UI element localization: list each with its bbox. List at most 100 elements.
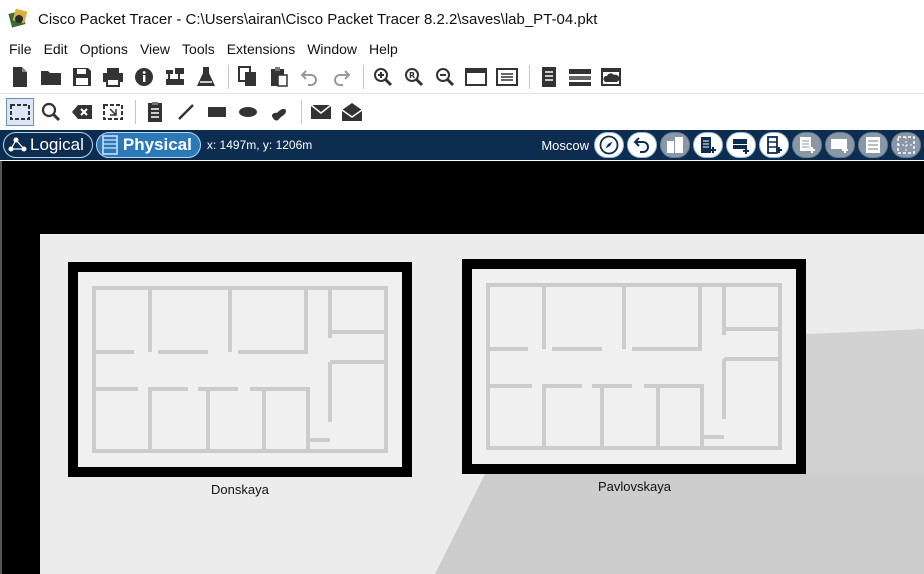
open-envelope-icon: [341, 103, 363, 121]
rack-add-icon: [767, 136, 782, 154]
complex-pdu-button[interactable]: [338, 98, 366, 126]
physical-tab-label: Physical: [122, 135, 192, 154]
place-note-button[interactable]: [141, 98, 169, 126]
selection-rectangle-icon: [10, 104, 30, 120]
print-button[interactable]: [99, 63, 127, 91]
info-button[interactable]: [130, 63, 158, 91]
logical-tab-label: Logical: [30, 135, 84, 154]
resize-tool-button[interactable]: [99, 98, 127, 126]
physical-workspace-tab[interactable]: Physical: [95, 132, 201, 158]
toolbar-separator: [363, 64, 364, 89]
physical-workspace-canvas[interactable]: Donskaya Pavlovskaya: [0, 161, 924, 574]
new-cabinet-button[interactable]: [858, 132, 888, 158]
current-location-label: Moscow: [541, 137, 589, 153]
navigation-button[interactable]: [594, 132, 624, 158]
open-file-button[interactable]: [37, 63, 65, 91]
new-file-button[interactable]: [6, 63, 34, 91]
delete-tool-button[interactable]: [68, 98, 96, 126]
activity-wizard-button[interactable]: [192, 63, 220, 91]
building-pavlovskaya[interactable]: [462, 259, 806, 474]
zoom-in-button[interactable]: [369, 63, 397, 91]
menu-edit[interactable]: Edit: [39, 38, 73, 60]
svg-text:R: R: [409, 71, 415, 80]
undo-button[interactable]: [296, 63, 324, 91]
ellipse-icon: [239, 107, 257, 117]
network-info-button[interactable]: [161, 63, 189, 91]
cursor-coordinates: x: 1497m, y: 1206m: [206, 138, 313, 152]
menu-extensions[interactable]: Extensions: [222, 38, 300, 60]
undo-icon: [300, 69, 317, 86]
toolbar-separator: [301, 100, 302, 124]
main-toolbar: R: [0, 60, 924, 94]
room-add-icon: [831, 139, 848, 153]
menu-help[interactable]: Help: [364, 38, 403, 60]
copy-button[interactable]: [234, 63, 262, 91]
save-button[interactable]: [68, 63, 96, 91]
menu-options[interactable]: Options: [75, 38, 133, 60]
rack-icon: [100, 135, 120, 155]
notes-button[interactable]: [535, 63, 563, 91]
grid-icon: [897, 136, 915, 154]
cloud-window-icon: [601, 67, 621, 86]
new-rack-button[interactable]: [759, 132, 789, 158]
floor-plan-graphic: [486, 283, 782, 450]
closet-add-icon: [733, 139, 749, 154]
draw-freeform-button[interactable]: [265, 98, 293, 126]
simple-pdu-button[interactable]: [307, 98, 335, 126]
server-rack-icon: [569, 68, 591, 86]
title-bar: Cisco Packet Tracer - C:\Users\airan\Cis…: [0, 0, 924, 38]
zoom-out-icon: [436, 67, 455, 86]
paste-button[interactable]: [265, 63, 293, 91]
toolbar-separator: [135, 100, 136, 124]
device-list-button[interactable]: [566, 63, 594, 91]
new-room-button[interactable]: [825, 132, 855, 158]
cabinet-icon: [866, 137, 880, 153]
draw-ellipse-button[interactable]: [234, 98, 262, 126]
city-icon: [667, 137, 683, 153]
draw-rectangle-button[interactable]: [203, 98, 231, 126]
info-icon: [135, 67, 153, 86]
new-closet-button[interactable]: [726, 132, 756, 158]
building-add-icon: [701, 137, 716, 153]
menu-window[interactable]: Window: [302, 38, 362, 60]
redo-button[interactable]: [327, 63, 355, 91]
list-window-icon: [496, 67, 518, 86]
cloud-view-button[interactable]: [597, 63, 625, 91]
canvas-edge: [0, 161, 2, 574]
compass-icon: [599, 135, 619, 155]
save-icon: [73, 67, 91, 86]
floor-plan-graphic: [92, 286, 388, 453]
building-donskaya[interactable]: [68, 262, 412, 477]
topology-icon: [7, 135, 27, 155]
resize-icon: [103, 104, 123, 120]
network-info-icon: [166, 67, 184, 85]
zoom-reset-icon: R: [405, 67, 424, 86]
table-add-icon: [800, 137, 815, 153]
new-table-button[interactable]: [792, 132, 822, 158]
grid-toggle-button[interactable]: [891, 132, 921, 158]
toolbar-separator: [228, 64, 229, 89]
draw-line-button[interactable]: [172, 98, 200, 126]
new-building-button[interactable]: [693, 132, 723, 158]
menu-view[interactable]: View: [135, 38, 175, 60]
zoom-out-button[interactable]: [431, 63, 459, 91]
workspace-mode-bar: Logical Physical x: 1497m, y: 1206m Mosc…: [0, 130, 924, 160]
redo-icon: [334, 69, 351, 86]
back-button[interactable]: [627, 132, 657, 158]
new-city-button[interactable]: [660, 132, 690, 158]
drawing-palette-button[interactable]: [462, 63, 490, 91]
inspect-tool-button[interactable]: [37, 98, 65, 126]
note-icon: [148, 102, 162, 122]
logical-workspace-tab[interactable]: Logical: [3, 132, 93, 158]
rectangle-icon: [208, 107, 226, 117]
zoom-reset-button[interactable]: R: [400, 63, 428, 91]
select-tool-button[interactable]: [6, 98, 34, 126]
menu-tools[interactable]: Tools: [177, 38, 220, 60]
window-title: Cisco Packet Tracer - C:\Users\airan\Cis…: [38, 10, 598, 28]
back-arrow-icon: [633, 137, 649, 153]
building-label: Donskaya: [211, 482, 269, 497]
menu-file[interactable]: File: [4, 38, 37, 60]
delete-icon: [72, 105, 92, 119]
new-file-icon: [13, 66, 27, 87]
custom-devices-button[interactable]: [493, 63, 521, 91]
